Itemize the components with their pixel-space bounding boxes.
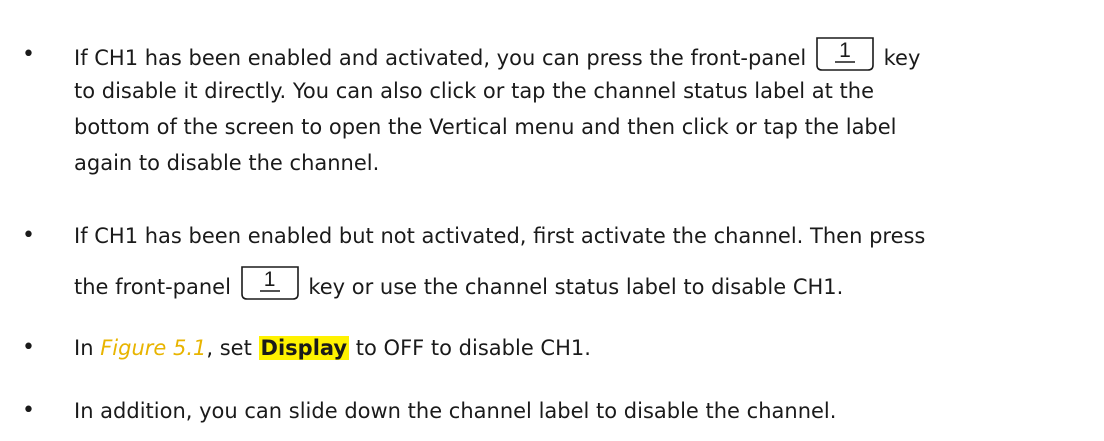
- key-label: 1: [263, 268, 276, 291]
- front-panel-key-1: 1: [240, 266, 299, 300]
- item-text: If CH1 has been enabled but not activate…: [74, 224, 926, 248]
- item-text: to disable it directly. You can also cli…: [74, 79, 875, 103]
- key-label: 1: [839, 39, 851, 62]
- item-text: again to disable the channel.: [74, 151, 380, 175]
- item-text: In: [74, 336, 94, 360]
- item-text: to OFF to disable CH1.: [355, 336, 591, 360]
- bullet: •: [22, 335, 35, 360]
- figure-link[interactable]: Figure 5.1: [100, 336, 206, 360]
- item-text: key: [883, 46, 921, 70]
- item-text: key or use the channel status label to d…: [308, 275, 844, 299]
- bullet: •: [22, 223, 35, 248]
- display-highlight: Display: [258, 336, 350, 360]
- bullet: •: [22, 398, 35, 423]
- item-text: If CH1 has been enabled and activated, y…: [74, 46, 807, 70]
- item-text: , set: [206, 336, 252, 360]
- item-text: bottom of the screen to open the Vertica…: [74, 115, 897, 139]
- front-panel-key-1: 1: [816, 37, 874, 71]
- item-text: In addition, you can slide down the chan…: [74, 399, 837, 423]
- item-text: the front-panel: [74, 275, 231, 299]
- bullet: •: [22, 42, 35, 67]
